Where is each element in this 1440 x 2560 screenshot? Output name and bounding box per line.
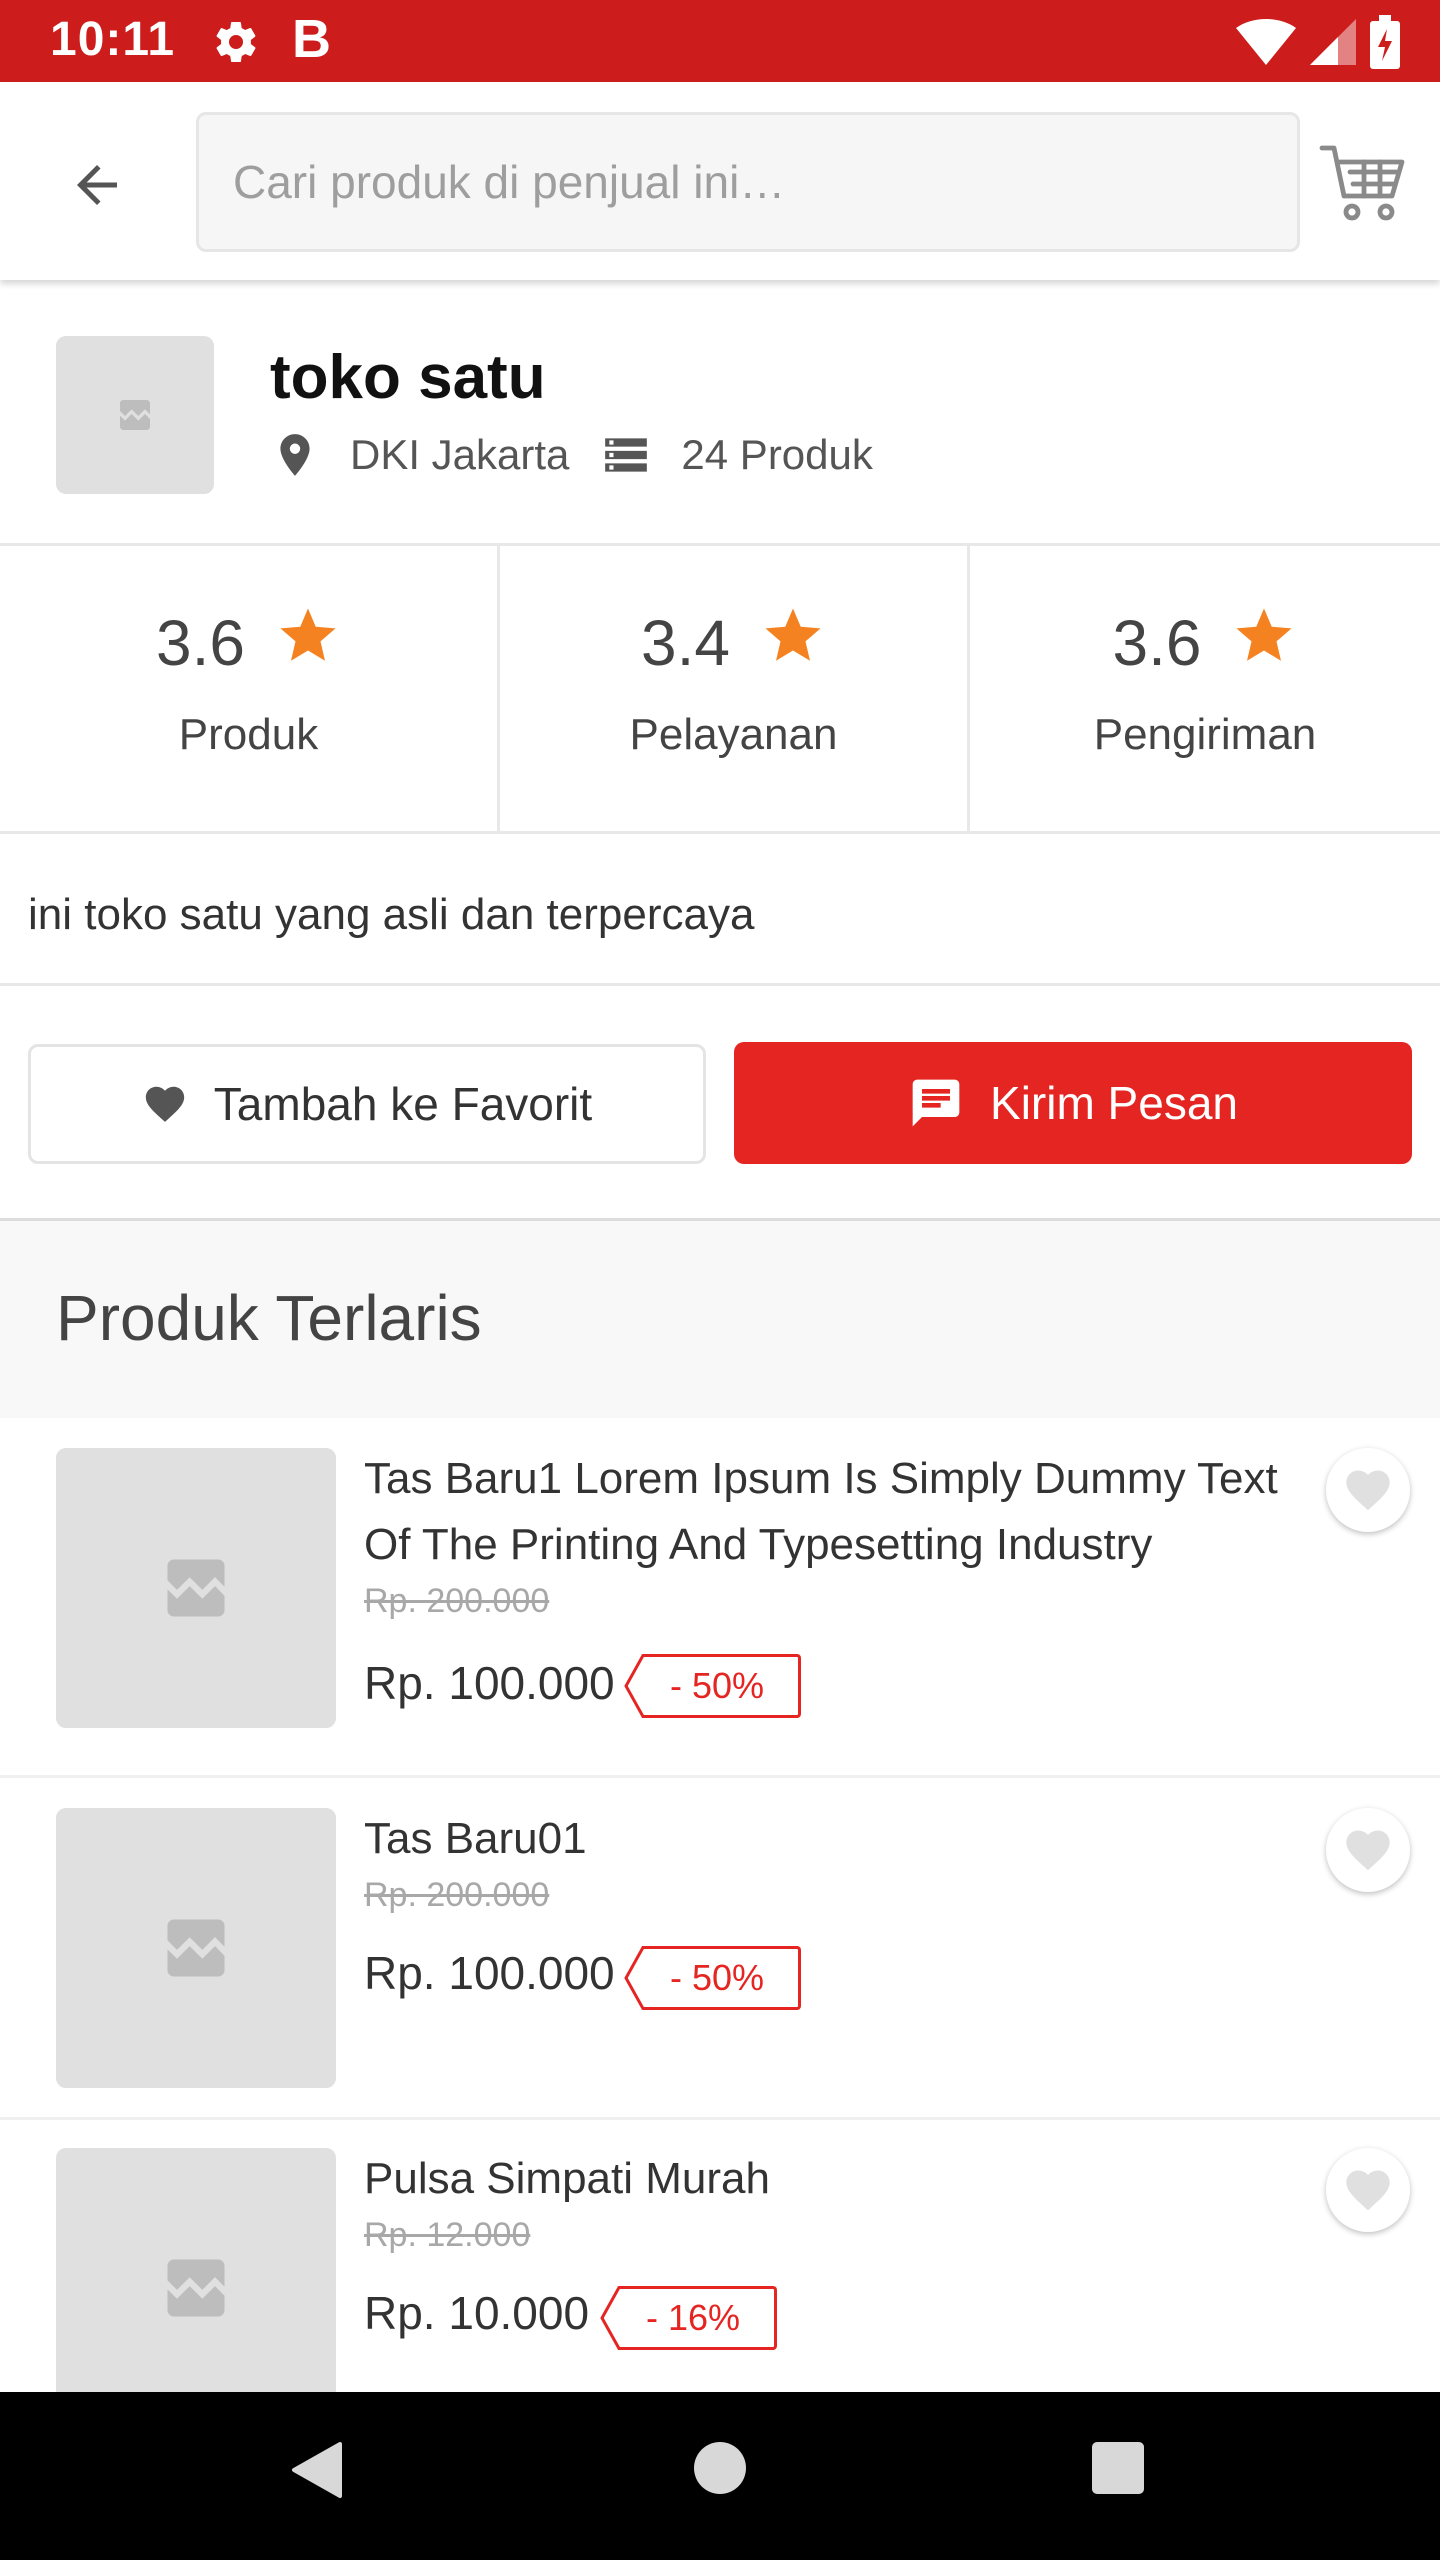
discount-label: - 50% [642,1654,802,1718]
product-old-price: Rp. 200.000 [364,1582,550,1620]
add-favorite-label: Tambah ke Favorit [213,1078,593,1130]
shop-description: ini toko satu yang asli dan terpercaya [0,834,1440,986]
discount-badge: - 50% [624,1946,802,2010]
heart-icon [1346,1830,1390,1871]
add-favorite-button[interactable]: Tambah ke Favorit [28,1044,706,1164]
status-time: 10:11 [50,13,176,66]
rating-pelayanan: 3.4 Pelayanan [497,546,967,831]
product-old-price: Rp. 200.000 [364,1876,550,1914]
rating-value: 3.4 [641,607,730,679]
image-placeholder-icon [167,1559,225,1617]
product-name[interactable]: Tas Baru01 [364,1806,1312,1872]
nav-back-icon[interactable] [288,2440,344,2500]
star-icon [1236,608,1292,661]
rating-label: Pelayanan [629,710,838,759]
send-message-label: Kirim Pesan [990,1077,1238,1129]
heart-icon [1346,1470,1390,1511]
gear-icon [216,22,256,63]
best-seller-header: Produk Terlaris [0,1218,1440,1418]
discount-label: - 16% [618,2286,778,2350]
shop-meta: DKI Jakarta 24 Produk [270,430,873,480]
heart-icon [1346,2170,1390,2211]
image-placeholder-icon [167,2259,225,2317]
arrow-back-icon [77,165,117,205]
product-old-price: Rp. 12.000 [364,2216,531,2254]
nav-home-icon[interactable] [694,2442,746,2494]
signal-icon [1310,19,1356,65]
product-item[interactable]: Tas Baru1 Lorem Ipsum Is Simply Dummy Te… [0,1418,1440,1778]
product-price: Rp. 10.000 [364,2287,590,2339]
image-placeholder-icon [120,400,150,430]
product-item[interactable]: Tas Baru01 Rp. 200.000 Rp. 100.000 - 50% [0,1780,1440,2120]
wishlist-button[interactable] [1326,2148,1410,2232]
shop-location: DKI Jakarta [350,431,570,478]
product-image[interactable] [56,1448,336,1728]
product-price: Rp. 100.000 [364,1947,615,1999]
product-name[interactable]: Tas Baru1 Lorem Ipsum Is Simply Dummy Te… [364,1446,1312,1578]
rating-value: 3.6 [156,607,245,679]
section-title: Produk Terlaris [56,1282,482,1354]
heart-icon [145,1086,184,1122]
wishlist-button[interactable] [1326,1448,1410,1532]
discount-badge: - 16% [600,2286,778,2350]
list-icon [605,438,648,472]
send-message-button[interactable]: Kirim Pesan [734,1042,1412,1164]
cart-button[interactable] [1316,134,1412,230]
battery-charging-icon [1370,15,1400,69]
wifi-icon [1236,19,1296,65]
rating-label: Pengiriman [1093,710,1317,759]
star-icon [765,608,821,661]
shop-header: toko satu DKI Jakarta 24 Produk [0,280,1440,546]
rating-pengiriman: 3.6 Pengiriman [967,546,1440,831]
message-icon [912,1079,960,1127]
wishlist-button[interactable] [1326,1808,1410,1892]
rating-value: 3.6 [1112,607,1202,679]
shop-description-text: ini toko satu yang asli dan terpercaya [28,890,755,939]
discount-label: - 50% [642,1946,802,2010]
nav-recents-icon[interactable] [1092,2442,1144,2494]
shop-product-count: 24 Produk [681,431,873,478]
product-price: Rp. 100.000 [364,1657,615,1709]
shop-avatar[interactable] [56,336,214,494]
notification-b-icon: B [292,9,331,69]
status-bar: 10:11 B [0,0,1440,82]
rating-label: Produk [178,710,319,759]
ratings-row: 3.6 Produk 3.4 Pelayanan 3.6 Pengiriman [0,546,1440,834]
shop-actions: Tambah ke Favorit Kirim Pesan [0,986,1440,1218]
search-box[interactable] [196,112,1300,252]
search-input[interactable] [199,115,1297,249]
product-name[interactable]: Pulsa Simpati Murah [364,2146,1312,2212]
discount-badge: - 50% [624,1654,802,1718]
image-placeholder-icon [167,1919,225,1977]
product-item[interactable]: Pulsa Simpati Murah Rp. 12.000 Rp. 10.00… [0,2122,1440,2392]
star-icon [280,608,336,661]
app-bar [0,82,1440,280]
product-list[interactable]: Tas Baru1 Lorem Ipsum Is Simply Dummy Te… [0,1418,1440,2392]
cart-icon [1319,145,1405,221]
system-nav-bar [0,2392,1440,2560]
back-button[interactable] [52,140,142,230]
product-image[interactable] [56,2148,336,2392]
shop-name: toko satu [270,343,546,412]
rating-produk: 3.6 Produk [0,546,497,831]
location-pin-icon [280,434,310,476]
product-image[interactable] [56,1808,336,2088]
